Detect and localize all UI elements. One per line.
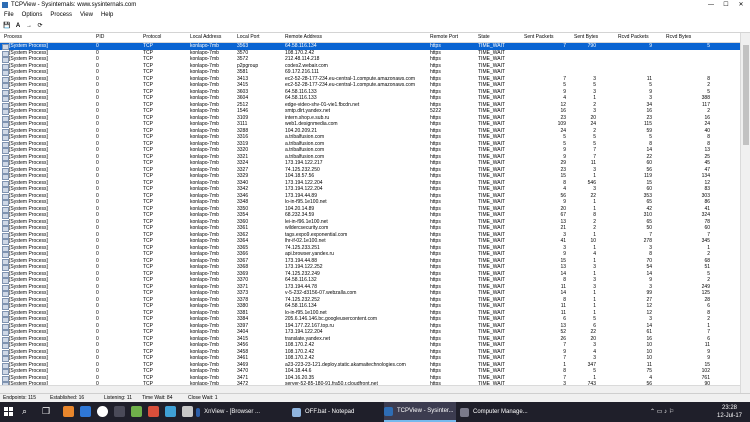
menu-help[interactable]: Help bbox=[97, 11, 117, 20]
column-header-local-address[interactable]: Local Address bbox=[190, 34, 221, 40]
notepad-icon bbox=[292, 407, 301, 417]
status-close-wait: Close Wait: 1 bbox=[188, 395, 218, 401]
scrollbar-thumb[interactable] bbox=[743, 45, 749, 145]
clock-date: 12-Jul-17 bbox=[716, 413, 742, 419]
column-header-sent-bytes[interactable]: Sent Bytes bbox=[574, 34, 598, 40]
connect-icon[interactable]: ⟳ bbox=[36, 22, 44, 30]
column-header-state[interactable]: State bbox=[478, 34, 490, 40]
task-label: XnView - [Browser ... bbox=[204, 409, 260, 415]
taskbar: ⌕ ❐ XnView - [Browser ... OFF.bat - Note… bbox=[0, 402, 750, 422]
xnview-icon bbox=[196, 407, 201, 417]
connections-table: Process PID Protocol Local Address Local… bbox=[0, 33, 740, 393]
status-established: Established: 16 bbox=[50, 395, 85, 401]
tray-icons[interactable]: ⌃ ▭ ♪ ⚐ bbox=[650, 408, 674, 415]
store-icon[interactable] bbox=[114, 406, 125, 417]
column-header-remote-port[interactable]: Remote Port bbox=[430, 34, 458, 40]
table-header: Process PID Protocol Local Address Local… bbox=[0, 33, 740, 43]
clock-time: 23:28 bbox=[721, 405, 737, 411]
task-label: TCPView - Sysinter... bbox=[397, 408, 454, 414]
search-icon[interactable]: ⌕ bbox=[22, 406, 27, 417]
vertical-scrollbar[interactable] bbox=[740, 33, 750, 393]
status-time-wait: Time Wait: 84 bbox=[142, 395, 173, 401]
column-header-remote-address[interactable]: Remote Address bbox=[285, 34, 322, 40]
save-icon[interactable]: 💾 bbox=[3, 22, 11, 30]
clock[interactable]: 23:28 12-Jul-17 bbox=[717, 404, 742, 420]
windows-start-icon[interactable] bbox=[4, 407, 14, 417]
task-label: Computer Manage... bbox=[473, 409, 528, 415]
menu-file[interactable]: File bbox=[0, 11, 18, 20]
column-header-protocol[interactable]: Protocol bbox=[143, 34, 161, 40]
tcpview-app-icon bbox=[2, 2, 8, 8]
app-icon-3[interactable] bbox=[165, 406, 176, 417]
tcpview-icon bbox=[384, 406, 393, 416]
task-xnview[interactable]: XnView - [Browser ... bbox=[196, 402, 260, 422]
menu-process[interactable]: Process bbox=[46, 11, 76, 20]
file-explorer-icon[interactable] bbox=[63, 406, 74, 417]
app-icon-4[interactable] bbox=[182, 406, 193, 417]
autoresolve-icon[interactable]: A bbox=[14, 22, 22, 30]
column-header-rcvd-packets[interactable]: Rcvd Packets bbox=[618, 34, 649, 40]
task-computer-management[interactable]: Computer Manage... bbox=[460, 402, 532, 422]
close-button[interactable]: ✕ bbox=[734, 1, 748, 10]
column-header-pid[interactable]: PID bbox=[96, 34, 104, 40]
task-notepad[interactable]: OFF.bat - Notepad bbox=[292, 402, 364, 422]
status-endpoints: Endpoints: 115 bbox=[3, 395, 36, 401]
menu-options[interactable]: Options bbox=[18, 11, 47, 20]
app-icon-2[interactable] bbox=[148, 406, 159, 417]
browser-icon[interactable] bbox=[80, 406, 91, 417]
chrome-icon[interactable] bbox=[97, 406, 108, 417]
column-header-process[interactable]: Process bbox=[4, 34, 22, 40]
task-view-icon[interactable]: ❐ bbox=[42, 406, 50, 417]
status-listening: Listening: 11 bbox=[104, 395, 132, 401]
column-header-sent-packets[interactable]: Sent Packets bbox=[524, 34, 553, 40]
toolbar: 💾 A → ⟳ bbox=[0, 20, 750, 33]
window-title: TCPView - Sysinternals: www.sysinternals… bbox=[11, 2, 137, 8]
refresh-icon[interactable]: → bbox=[25, 22, 33, 30]
app-icon[interactable] bbox=[131, 406, 142, 417]
column-header-rcvd-bytes[interactable]: Rcvd Bytes bbox=[666, 34, 691, 40]
minimize-button[interactable]: — bbox=[704, 1, 718, 10]
task-label: OFF.bat - Notepad bbox=[305, 409, 355, 415]
menu-bar: File Options Process View Help bbox=[0, 11, 750, 20]
table-body: [System Process] 0 TCP konlapo-7mb 3563 64.58… bbox=[0, 43, 740, 388]
menu-view[interactable]: View bbox=[76, 11, 97, 20]
task-tcpview[interactable]: TCPView - Sysinter... bbox=[384, 402, 456, 422]
computer-management-icon bbox=[460, 407, 469, 417]
column-header-local-port[interactable]: Local Port bbox=[237, 34, 260, 40]
maximize-button[interactable]: ☐ bbox=[719, 1, 733, 10]
